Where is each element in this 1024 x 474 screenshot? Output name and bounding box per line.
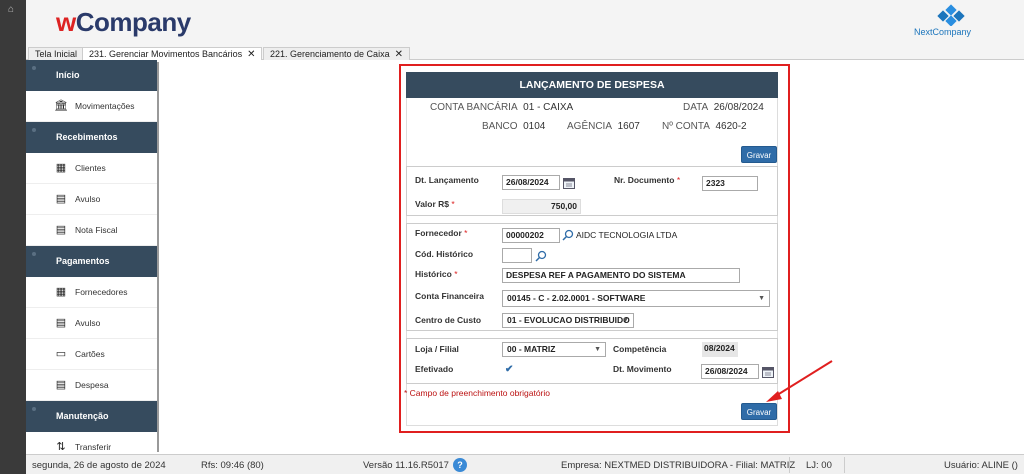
status-rfs: Rfs: 09:46 (80) bbox=[201, 460, 264, 471]
status-company: Empresa: NEXTMED DISTRIBUIDORA - Filial:… bbox=[561, 460, 796, 471]
transfer-arrows-icon: ⇅ bbox=[56, 441, 66, 453]
sidebar-section-pagamentos[interactable]: Pagamentos bbox=[26, 246, 157, 277]
sidebar-section-inicio[interactable]: Início bbox=[26, 60, 157, 91]
sidebar-item-label: Cartões bbox=[75, 349, 105, 359]
bank-icon: 🏛 bbox=[54, 100, 68, 112]
status-lj: LJ: 00 bbox=[806, 460, 832, 471]
sidebar-item-transferir[interactable]: ⇅ Transferir bbox=[26, 432, 157, 454]
close-icon[interactable]: ✕ bbox=[247, 49, 255, 60]
app-header: wCompany NextCompany bbox=[26, 0, 1024, 46]
status-separator bbox=[844, 457, 845, 473]
receipt-icon: ▤ bbox=[55, 379, 67, 391]
company-logo: wCompany bbox=[56, 7, 191, 38]
left-rail: ⌂ bbox=[0, 0, 26, 474]
tab-label: 221. Gerenciamento de Caixa bbox=[270, 49, 390, 59]
status-user: Usuário: ALINE () bbox=[944, 460, 1018, 471]
credit-card-icon: ▭ bbox=[55, 348, 67, 360]
highlight-frame bbox=[399, 64, 790, 433]
sidebar-section-manutencao[interactable]: Manutenção bbox=[26, 401, 157, 432]
sidebar-item-cartoes[interactable]: ▭ Cartões bbox=[26, 339, 157, 370]
sidebar-scrollbar[interactable] bbox=[157, 62, 159, 452]
tab-gerenciamento-caixa[interactable]: 221. Gerenciamento de Caixa ✕ bbox=[263, 47, 410, 60]
tab-label: Tela Inicial bbox=[35, 49, 78, 59]
sidebar-item-label: Nota Fiscal bbox=[75, 225, 118, 235]
sidebar-item-label: Clientes bbox=[75, 163, 106, 173]
sidebar-section-recebimentos[interactable]: Recebimentos bbox=[26, 122, 157, 153]
logo-w: w bbox=[56, 7, 76, 37]
sidebar-item-label: Transferir bbox=[75, 442, 112, 452]
sidebar-item-movimentacoes[interactable]: 🏛 Movimentações bbox=[26, 91, 157, 122]
status-date: segunda, 26 de agosto de 2024 bbox=[32, 460, 166, 471]
nextcompany-logo: NextCompany bbox=[914, 4, 984, 42]
sidebar-item-nota-fiscal[interactable]: ▤ Nota Fiscal bbox=[26, 215, 157, 246]
help-icon[interactable]: ? bbox=[453, 458, 467, 472]
sidebar-item-label: Avulso bbox=[75, 194, 101, 204]
brand-right-text: NextCompany bbox=[914, 27, 972, 37]
sidebar-item-label: Avulso bbox=[75, 318, 101, 328]
money-icon: ▤ bbox=[55, 193, 67, 205]
status-bar: segunda, 26 de agosto de 2024 Rfs: 09:46… bbox=[26, 454, 1024, 474]
sidebar-item-fornecedores[interactable]: ▦ Fornecedores bbox=[26, 277, 157, 308]
money-icon: ▤ bbox=[55, 317, 67, 329]
sidebar-item-avulso-pagamento[interactable]: ▤ Avulso bbox=[26, 308, 157, 339]
sidebar-item-avulso-recebimento[interactable]: ▤ Avulso bbox=[26, 184, 157, 215]
sidebar-item-label: Fornecedores bbox=[75, 287, 128, 297]
close-icon[interactable]: ✕ bbox=[395, 49, 403, 60]
status-version: Versão 11.16.R5017 bbox=[363, 460, 449, 471]
nextcompany-diamond-icon bbox=[937, 4, 965, 26]
sidebar: Início 🏛 Movimentações Recebimentos ▦ Clie… bbox=[26, 60, 157, 454]
document-icon: ▤ bbox=[55, 224, 67, 236]
tab-tela-inicial[interactable]: Tela Inicial bbox=[28, 47, 85, 60]
sidebar-item-clientes[interactable]: ▦ Clientes bbox=[26, 153, 157, 184]
tab-gerenciar-movimentos[interactable]: 231. Gerenciar Movimentos Bancários ✕ bbox=[82, 47, 263, 60]
sidebar-item-despesa[interactable]: ▤ Despesa bbox=[26, 370, 157, 401]
tab-label: 231. Gerenciar Movimentos Bancários bbox=[89, 49, 243, 59]
sidebar-item-label: Despesa bbox=[75, 380, 109, 390]
tab-bar: Tela Inicial 231. Gerenciar Movimentos B… bbox=[26, 46, 1024, 60]
red-arrow-annotation bbox=[766, 360, 833, 402]
sidebar-item-label: Movimentações bbox=[75, 101, 135, 111]
cash-register-icon: ▦ bbox=[55, 286, 67, 298]
status-separator bbox=[789, 457, 790, 473]
logo-text: Company bbox=[75, 7, 191, 37]
cash-register-icon: ▦ bbox=[55, 162, 67, 174]
home-icon[interactable]: ⌂ bbox=[8, 5, 18, 15]
